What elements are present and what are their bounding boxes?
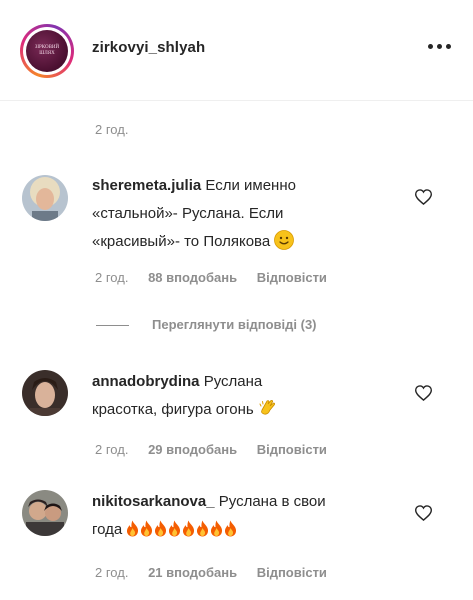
post-header: ЗІРКОВИЙ ШЛЯХ zirkovyi_shlyah [0, 0, 473, 101]
comment-timestamp: 2 год. [95, 270, 129, 285]
more-options-icon[interactable] [428, 44, 452, 52]
commenter-avatar[interactable] [22, 175, 68, 221]
reply-button[interactable]: Відповісти [257, 270, 327, 285]
comment-line: «красивый»- то Полякова [92, 233, 271, 250]
comment-text: nikitosarkanova_ Руслана в свои года [92, 488, 392, 544]
like-heart-icon[interactable] [414, 189, 433, 206]
reply-button[interactable]: Відповісти [257, 565, 327, 580]
view-replies-label[interactable]: Переглянути відповіді (3) [152, 317, 317, 332]
fire-icon [196, 519, 209, 537]
clapping-hands-icon [258, 398, 278, 428]
comment-meta: 2 год. 29 вподобань Відповісти [95, 442, 327, 457]
comment-timestamp: 2 год. [95, 565, 129, 580]
fire-icon [182, 519, 195, 537]
fire-emoji-row [126, 519, 238, 538]
reply-button[interactable]: Відповісти [257, 442, 327, 457]
replies-divider [96, 325, 129, 326]
caption-timestamp: 2 год. [95, 122, 129, 137]
fire-icon [126, 519, 139, 537]
comment-meta: 2 год. 21 вподобань Відповісти [95, 565, 327, 580]
like-heart-icon[interactable] [414, 505, 433, 522]
slightly-smiling-face-icon [274, 230, 295, 260]
commenter-avatar[interactable] [22, 370, 68, 416]
comment-text: annadobrydina Руслана красотка, фигура о… [92, 368, 392, 428]
comment-line: Если именно [205, 177, 296, 194]
fire-icon [224, 519, 237, 537]
account-username[interactable]: zirkovyi_shlyah [92, 39, 205, 56]
comment-meta: 2 год. 88 вподобань Відповісти [95, 270, 327, 285]
comment-username[interactable]: sheremeta.julia [92, 177, 201, 194]
comment-text: sheremeta.julia Если именно «стальной»- … [92, 172, 392, 260]
commenter-avatar[interactable] [22, 490, 68, 536]
like-heart-icon[interactable] [414, 385, 433, 402]
comment-line: красотка, фигура огонь [92, 401, 254, 418]
comment-username[interactable]: nikitosarkanova_ [92, 493, 215, 510]
fire-icon [140, 519, 153, 537]
comment-line: Руслана [203, 373, 263, 390]
account-avatar[interactable]: ЗІРКОВИЙ ШЛЯХ [20, 24, 74, 78]
comment-timestamp: 2 год. [95, 442, 129, 457]
comment-line: «стальной»- Руслана. Если [92, 205, 284, 222]
comment-line: года [92, 521, 123, 538]
comment-likes[interactable]: 88 вподобань [148, 270, 237, 285]
comment-line: Руслана в свои [218, 493, 326, 510]
comment-likes[interactable]: 29 вподобань [148, 442, 237, 457]
comment-username[interactable]: annadobrydina [92, 373, 200, 390]
avatar-logo-text: ЗІРКОВИЙ ШЛЯХ [34, 45, 60, 56]
comment-likes[interactable]: 21 вподобань [148, 565, 237, 580]
fire-icon [210, 519, 223, 537]
fire-icon [168, 519, 181, 537]
fire-icon [154, 519, 167, 537]
